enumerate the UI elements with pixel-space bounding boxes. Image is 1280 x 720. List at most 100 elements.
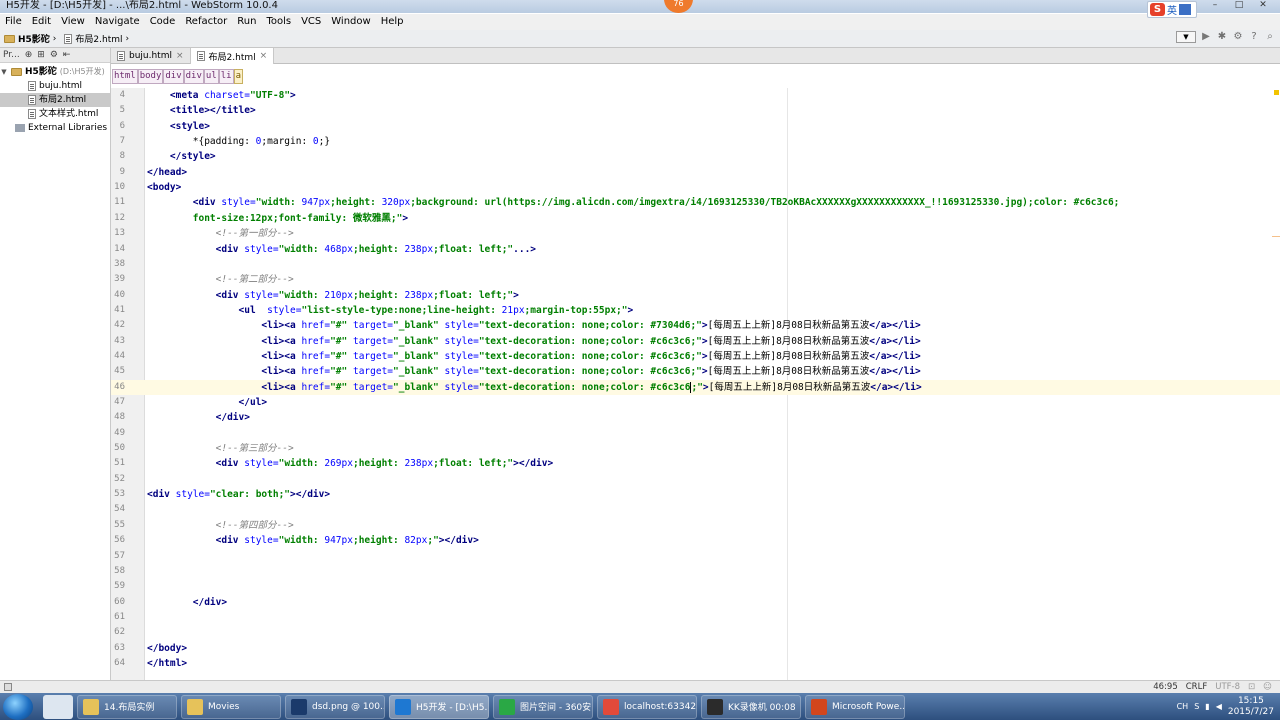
ime-toolbar[interactable]: S 英: [1147, 1, 1197, 18]
code-line[interactable]: 62: [111, 625, 1280, 640]
close-tab-icon[interactable]: ×: [176, 51, 184, 61]
tag-path-a[interactable]: a: [233, 68, 244, 84]
code-line[interactable]: 10 <body>: [111, 180, 1280, 195]
tree-item-libraries[interactable]: External Libraries: [0, 121, 110, 135]
code-line[interactable]: 40 <div style="width: 210px;height: 238p…: [111, 288, 1280, 303]
code-line[interactable]: 14 <div style="width: 468px;height: 238p…: [111, 242, 1280, 257]
code-line[interactable]: 11 <div style="width: 947px;height: 320p…: [111, 195, 1280, 210]
code-text[interactable]: <li><a href="#" target="_blank" style="t…: [147, 364, 920, 379]
close-tab-icon[interactable]: ×: [260, 51, 268, 61]
start-button[interactable]: [3, 693, 33, 720]
file-encoding[interactable]: UTF-8: [1215, 682, 1240, 692]
tag-path-div[interactable]: div: [163, 68, 184, 84]
code-line[interactable]: 61: [111, 610, 1280, 625]
tab-layout2[interactable]: 布局2.html ×: [190, 48, 275, 64]
code-text[interactable]: <li><a href="#" target="_blank" style="t…: [147, 318, 920, 333]
menu-item-refactor[interactable]: Refactor: [180, 14, 232, 30]
line-separator[interactable]: CRLF: [1186, 682, 1207, 692]
tree-item-layout2[interactable]: 布局2.html: [0, 93, 110, 107]
lock-icon[interactable]: ⊡: [1248, 682, 1255, 692]
menu-item-edit[interactable]: Edit: [27, 14, 56, 30]
project-view-dropdown[interactable]: Pr...: [3, 50, 20, 60]
tree-item-text-style[interactable]: 文本样式.html: [0, 107, 110, 121]
code-line[interactable]: 54: [111, 502, 1280, 517]
menu-item-run[interactable]: Run: [232, 14, 261, 30]
code-text[interactable]: <div style="width: 468px;height: 238px;f…: [147, 242, 536, 257]
code-text[interactable]: <!--第二部分-->: [147, 272, 294, 287]
code-line[interactable]: 59: [111, 579, 1280, 594]
tag-path-html[interactable]: html: [112, 68, 138, 84]
code-text[interactable]: <li><a href="#" target="_blank" style="t…: [147, 349, 920, 364]
language-indicator[interactable]: CH: [1177, 702, 1189, 711]
code-line[interactable]: 63 </body>: [111, 641, 1280, 656]
menu-item-help[interactable]: Help: [376, 14, 409, 30]
notification-badge[interactable]: 76: [664, 0, 693, 13]
code-text[interactable]: <div style="width: 947px;height: 82px;">…: [147, 533, 479, 548]
code-text[interactable]: <!--第一部分-->: [147, 226, 294, 241]
code-text[interactable]: <ul style="list-style-type:none;line-hei…: [147, 303, 634, 318]
menu-item-navigate[interactable]: Navigate: [90, 14, 145, 30]
menu-item-window[interactable]: Window: [326, 14, 375, 30]
code-line[interactable]: 47 </ul>: [111, 395, 1280, 410]
code-text[interactable]: </html>: [147, 656, 187, 671]
code-line[interactable]: 50 <!--第三部分-->: [111, 441, 1280, 456]
breadcrumb-project[interactable]: H5影砣 ›: [0, 32, 60, 45]
ime-language[interactable]: 英: [1167, 2, 1177, 17]
tag-path-li[interactable]: li: [218, 68, 234, 84]
code-line[interactable]: 6 <style>: [111, 119, 1280, 134]
code-text[interactable]: <body>: [147, 180, 181, 195]
tag-path-ul[interactable]: ul: [203, 68, 219, 84]
code-text[interactable]: <div style="width: 210px;height: 238px;f…: [147, 288, 519, 303]
taskbar-item[interactable]: dsd.png @ 100...: [285, 694, 385, 719]
code-line[interactable]: 9 </head>: [111, 165, 1280, 180]
caret-position[interactable]: 46:95: [1153, 682, 1178, 692]
menu-item-view[interactable]: View: [56, 14, 90, 30]
network-icon[interactable]: ▮: [1205, 702, 1209, 711]
code-line[interactable]: 45 <li><a href="#" target="_blank" style…: [111, 364, 1280, 379]
debug-icon[interactable]: ✱: [1216, 31, 1228, 43]
tab-buju[interactable]: buju.html ×: [111, 48, 191, 64]
tree-root[interactable]: ▼ H5影砣 (D:\H5开发): [0, 65, 110, 79]
minimize-icon[interactable]: –: [1204, 0, 1226, 12]
menu-item-vcs[interactable]: VCS: [296, 14, 326, 30]
code-text[interactable]: <div style="width: 269px;height: 238px;f…: [147, 456, 554, 471]
code-line[interactable]: 5 <title></title>: [111, 103, 1280, 118]
run-icon[interactable]: ▶: [1200, 31, 1212, 43]
code-line[interactable]: 55 <!--第四部分-->: [111, 518, 1280, 533]
menu-item-code[interactable]: Code: [145, 14, 181, 30]
code-line[interactable]: 46 <li><a href="#" target="_blank" style…: [111, 379, 1280, 395]
code-line[interactable]: 48 </div>: [111, 410, 1280, 425]
taskbar-item[interactable]: KK录像机 00:08: [701, 694, 801, 719]
code-text[interactable]: </div>: [147, 410, 250, 425]
code-line[interactable]: 38: [111, 257, 1280, 272]
tree-item-buju[interactable]: buju.html: [0, 79, 110, 93]
breadcrumb-file[interactable]: 布局2.html ›: [60, 32, 133, 45]
maximize-icon[interactable]: □: [1228, 0, 1250, 12]
code-line[interactable]: 53 <div style="clear: both;"></div>: [111, 487, 1280, 502]
ime-menu-icon[interactable]: [1179, 4, 1191, 15]
close-icon[interactable]: ✕: [1252, 0, 1274, 12]
code-text[interactable]: <!--第四部分-->: [147, 518, 294, 533]
code-text[interactable]: </style>: [147, 149, 216, 164]
run-config-dropdown[interactable]: ▼: [1176, 31, 1196, 43]
clock[interactable]: 15:15 2015/7/27: [1228, 696, 1274, 718]
help-icon[interactable]: ?: [1248, 31, 1260, 43]
menu-item-file[interactable]: File: [0, 14, 27, 30]
code-line[interactable]: 44 <li><a href="#" target="_blank" style…: [111, 349, 1280, 364]
code-text[interactable]: *{padding: 0;margin: 0;}: [147, 134, 330, 149]
inspector-icon[interactable]: ☺: [1263, 682, 1272, 692]
code-line[interactable]: 7 *{padding: 0;margin: 0;}: [111, 134, 1280, 149]
code-text[interactable]: </body>: [147, 641, 187, 656]
tool-window-toggle-icon[interactable]: [4, 683, 12, 691]
code-line[interactable]: 43 <li><a href="#" target="_blank" style…: [111, 334, 1280, 349]
sync-icon[interactable]: ⊕: [25, 50, 33, 60]
explorer-pinned-icon[interactable]: [43, 694, 73, 719]
taskbar-item[interactable]: Microsoft Powe...: [805, 694, 905, 719]
code-line[interactable]: 60 </div>: [111, 595, 1280, 610]
menu-item-tools[interactable]: Tools: [261, 14, 296, 30]
code-text[interactable]: </ul>: [147, 395, 268, 410]
hide-icon[interactable]: ⇤: [63, 50, 71, 60]
taskbar-item[interactable]: Movies: [181, 694, 281, 719]
search-icon[interactable]: ⌕: [1264, 31, 1276, 43]
code-text[interactable]: font-size:12px;font-family: 微软雅黑;">: [147, 211, 408, 226]
